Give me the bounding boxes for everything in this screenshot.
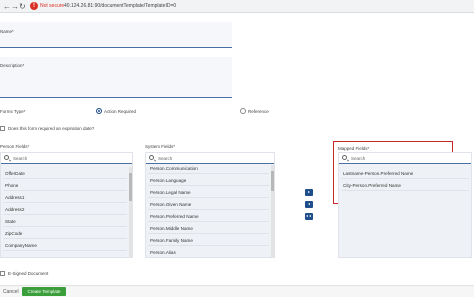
- arrow-right-icon: [308, 191, 310, 193]
- radio-reference-label: Reference: [248, 109, 269, 114]
- list-item[interactable]: OfferDate: [3, 169, 127, 179]
- expiration-checkbox[interactable]: [0, 126, 5, 131]
- move-left-button[interactable]: [305, 201, 313, 208]
- system-fields-label: System Fields*: [145, 144, 176, 149]
- search-icon: [4, 155, 9, 160]
- list-item[interactable]: Phone: [3, 181, 127, 191]
- description-label: Description*: [0, 63, 25, 68]
- list-item[interactable]: Person.Communication: [148, 164, 269, 174]
- move-all-left-button[interactable]: [305, 213, 313, 220]
- list-item[interactable]: Person.Given Name: [148, 200, 269, 210]
- mapped-fields-search[interactable]: Search: [339, 153, 471, 164]
- person-fields-scrollbar[interactable]: [129, 167, 132, 257]
- person-fields-search[interactable]: Search: [1, 153, 132, 164]
- list-item[interactable]: Person.Family Name: [148, 236, 269, 246]
- radio-reference[interactable]: [240, 108, 246, 114]
- mapped-fields-list: Search Lastname-Person.Preferred Name Ci…: [338, 152, 472, 258]
- person-fields-label: Person Fields*: [0, 144, 30, 149]
- list-item[interactable]: Person.Language: [148, 176, 269, 186]
- description-input[interactable]: [0, 57, 232, 98]
- system-fields-search[interactable]: Search: [146, 153, 274, 164]
- scroll-thumb[interactable]: [129, 173, 132, 201]
- security-status: Not secure: [40, 3, 65, 9]
- list-item[interactable]: CompanyName: [3, 241, 127, 251]
- mapped-fields-label: Mapped Fields*: [338, 146, 370, 151]
- expiration-label: Does this form required an expiration da…: [8, 126, 95, 131]
- esigned-label: E-Signed Document: [8, 271, 49, 276]
- list-item[interactable]: Person.Legal Name: [148, 188, 269, 198]
- list-item[interactable]: ZipCode: [3, 229, 127, 239]
- url-text[interactable]: 40.124.26.81:90/documentTemplate/Templat…: [64, 3, 176, 9]
- footer-bar: Cancel Create Template: [0, 285, 474, 297]
- forward-arrow-icon[interactable]: →: [11, 2, 19, 11]
- back-arrow-icon[interactable]: ←: [3, 2, 11, 11]
- list-item[interactable]: Address2: [3, 205, 127, 215]
- arrow-left-icon: [307, 203, 310, 205]
- system-fields-search-placeholder: Search: [158, 156, 173, 161]
- radio-action-required[interactable]: [96, 108, 102, 114]
- scroll-thumb[interactable]: [271, 171, 274, 191]
- name-input[interactable]: [0, 22, 232, 48]
- double-arrow-left-icon-part: [309, 215, 311, 217]
- system-fields-list: Search Person.Communication Person.Langu…: [145, 152, 275, 258]
- person-fields-list: Search OfferDate Phone Address1 Address2…: [0, 152, 133, 258]
- list-item[interactable]: Person.Middle Name: [148, 224, 269, 234]
- reload-icon[interactable]: ↻: [19, 2, 26, 11]
- person-fields-search-placeholder: Search: [13, 156, 28, 161]
- esigned-checkbox[interactable]: [0, 271, 5, 276]
- cancel-button[interactable]: Cancel: [3, 289, 19, 295]
- search-icon: [149, 155, 154, 160]
- list-item[interactable]: Person.Preferred Name: [148, 212, 269, 222]
- move-right-button[interactable]: [305, 189, 313, 196]
- browser-address-bar: ← → ↻ ! Not secure 40.124.26.81:90/docum…: [0, 0, 474, 13]
- list-item[interactable]: Lastname-Person.Preferred Name: [341, 169, 469, 179]
- create-template-button[interactable]: Create Template: [22, 287, 66, 296]
- list-item[interactable]: State: [3, 217, 127, 227]
- list-item[interactable]: Address1: [3, 193, 127, 203]
- list-item[interactable]: Person.Alias: [148, 248, 269, 257]
- system-fields-scrollbar[interactable]: [271, 165, 274, 257]
- mapped-fields-search-placeholder: Search: [351, 156, 366, 161]
- search-icon: [342, 155, 347, 160]
- name-label-overlay: Name*: [0, 29, 14, 34]
- warning-icon: !: [30, 2, 38, 10]
- radio-action-required-label: Action Required: [104, 109, 137, 114]
- forms-type-label: Forms Type*: [0, 109, 26, 114]
- list-item[interactable]: City-Person.Preferred Name: [341, 181, 469, 191]
- double-arrow-left-icon: [306, 215, 308, 217]
